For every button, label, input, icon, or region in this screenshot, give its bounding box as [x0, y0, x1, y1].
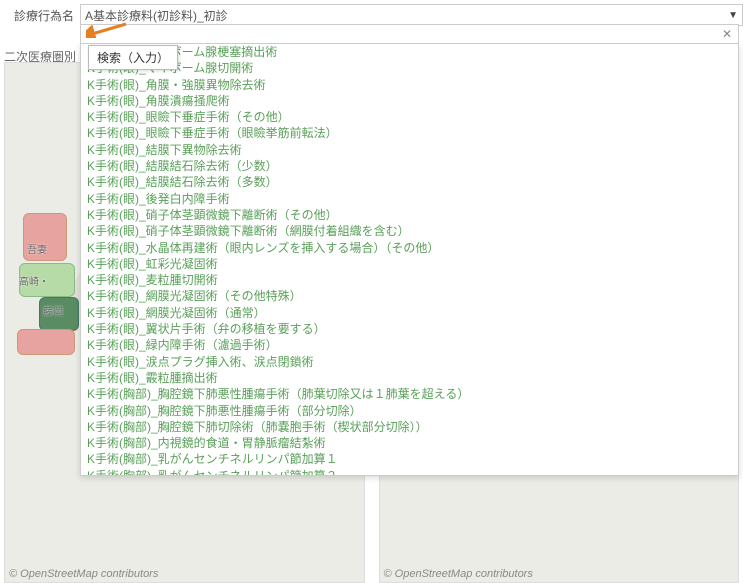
dropdown-option[interactable]: K手術(眼)_硝子体茎顕微鏡下離断術（その他）: [81, 207, 738, 223]
dropdown-option[interactable]: K手術(眼)_結膜下異物除去術: [81, 142, 738, 158]
dropdown-option[interactable]: K手術(胸部)_乳がんセンチネルリンパ節加算２: [81, 468, 738, 476]
procedure-dropdown[interactable]: A基本診療料(初診料)_初診 ▼: [80, 4, 743, 26]
dropdown-option[interactable]: K手術(眼)_翼状片手術（弁の移植を要する）: [81, 321, 738, 337]
dropdown-option[interactable]: K手術(眼)_マイボーム腺切開術: [81, 60, 738, 76]
dropdown-option[interactable]: K手術(眼)_後発白内障手術: [81, 191, 738, 207]
dropdown-selected-value: A基本診療料(初診料)_初診: [85, 7, 228, 24]
dropdown-option[interactable]: K手術(胸部)_胸腔鏡下肺切除術（肺嚢胞手術（楔状部分切除））: [81, 419, 738, 435]
clear-search-icon[interactable]: ✕: [720, 27, 734, 41]
map-region-label: 藤岡: [43, 303, 63, 318]
dropdown-option[interactable]: K手術(眼)_眼瞼下垂症手術（その他）: [81, 109, 738, 125]
procedure-label: 診療行為名: [0, 7, 80, 24]
dropdown-option[interactable]: K手術(眼)_網膜光凝固術（通常）: [81, 305, 738, 321]
dropdown-option[interactable]: K手術(眼)_角膜潰瘍掻爬術: [81, 93, 738, 109]
dropdown-search-input[interactable]: [85, 26, 720, 42]
dropdown-option[interactable]: K手術(胸部)_内視鏡的食道・胃静脈瘤結紮術: [81, 435, 738, 451]
dropdown-option[interactable]: K手術(胸部)_乳がんセンチネルリンパ節加算１: [81, 451, 738, 467]
dropdown-option[interactable]: K手術(眼)_眼瞼下垂症手術（眼瞼挙筋前転法）: [81, 125, 738, 141]
dropdown-option[interactable]: K手術(眼)_結膜結石除去術（多数）: [81, 174, 738, 190]
dropdown-options-list[interactable]: K手術(眼)_マイボーム腺梗塞摘出術K手術(眼)_マイボーム腺切開術K手術(眼)…: [80, 44, 739, 476]
dropdown-option[interactable]: K手術(胸部)_胸腔鏡下肺悪性腫瘍手術（部分切除）: [81, 403, 738, 419]
dropdown-option[interactable]: K手術(眼)_網膜光凝固術（その他特殊）: [81, 288, 738, 304]
dropdown-option[interactable]: K手術(眼)_マイボーム腺梗塞摘出術: [81, 44, 738, 60]
dropdown-search-row: ✕: [80, 24, 739, 44]
dropdown-option[interactable]: K手術(眼)_霰粒腫摘出術: [81, 370, 738, 386]
dropdown-option[interactable]: K手術(眼)_虹彩光凝固術: [81, 256, 738, 272]
dropdown-option[interactable]: K手術(眼)_結膜結石除去術（少数）: [81, 158, 738, 174]
caret-down-icon: ▼: [728, 10, 738, 21]
map-attribution: © OpenStreetMap contributors: [9, 568, 158, 580]
map-region-label: 高崎・: [19, 273, 49, 288]
dropdown-option[interactable]: K手術(眼)_硝子体茎顕微鏡下離断術（網膜付着組織を含む）: [81, 223, 738, 239]
dropdown-option[interactable]: K手術(眼)_緑内障手術（濾過手術）: [81, 337, 738, 353]
dropdown-option[interactable]: K手術(眼)_麦粒腫切開術: [81, 272, 738, 288]
dropdown-option[interactable]: K手術(胸部)_胸腔鏡下肺悪性腫瘍手術（肺葉切除又は１肺葉を超える）: [81, 386, 738, 402]
dropdown-option[interactable]: K手術(眼)_水晶体再建術（眼内レンズを挿入する場合）（その他）: [81, 240, 738, 256]
map-region-label: 吾妻: [27, 241, 47, 256]
dropdown-option[interactable]: K手術(眼)_涙点プラグ挿入術、涙点閉鎖術: [81, 354, 738, 370]
search-tooltip: 検索（入力）: [88, 45, 178, 70]
dropdown-option[interactable]: K手術(眼)_角膜・強膜異物除去術: [81, 77, 738, 93]
map-region[interactable]: [17, 329, 75, 355]
map-attribution: © OpenStreetMap contributors: [384, 568, 533, 580]
